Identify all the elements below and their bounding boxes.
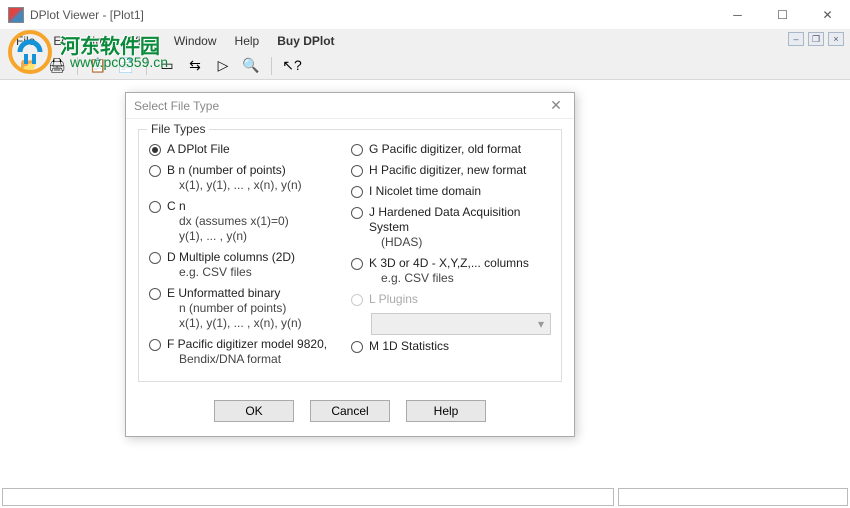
radio-icon[interactable]: [351, 144, 363, 156]
radio-option-g[interactable]: G Pacific digitizer, old format: [351, 142, 551, 157]
toolbar-swap-icon[interactable]: ⇆: [184, 55, 206, 77]
toolbar-play-icon[interactable]: ▷: [212, 55, 234, 77]
ok-button[interactable]: OK: [214, 400, 294, 422]
radio-sublabel: e.g. CSV files: [179, 265, 295, 280]
plugins-select: [371, 313, 551, 335]
radio-option-d[interactable]: D Multiple columns (2D)e.g. CSV files: [149, 250, 341, 280]
radio-icon[interactable]: [149, 165, 161, 177]
dialog-title: Select File Type: [134, 99, 219, 113]
radio-label: D Multiple columns (2D)e.g. CSV files: [167, 250, 295, 280]
dialog-close-icon[interactable]: ✕: [546, 97, 566, 114]
status-pane-left: [2, 488, 614, 506]
radio-icon: [351, 294, 363, 306]
radio-label: H Pacific digitizer, new format: [369, 163, 526, 178]
mdi-close-button[interactable]: ×: [828, 32, 844, 46]
radio-icon[interactable]: [149, 252, 161, 264]
radio-sublabel: n (number of points): [179, 301, 302, 316]
toolbar-separator: [77, 57, 78, 75]
radio-icon[interactable]: [351, 165, 363, 177]
menubar: File Edit Info View Window Help Buy DPlo…: [0, 30, 850, 52]
radio-option-f[interactable]: F Pacific digitizer model 9820,Bendix/DN…: [149, 337, 341, 367]
radio-label: K 3D or 4D - X,Y,Z,... columnse.g. CSV f…: [369, 256, 529, 286]
select-file-type-dialog: Select File Type ✕ File Types A DPlot Fi…: [125, 92, 575, 437]
radio-option-m[interactable]: M 1D Statistics: [351, 339, 551, 354]
radio-option-h[interactable]: H Pacific digitizer, new format: [351, 163, 551, 178]
toolbar-zoom-icon[interactable]: 🔍: [240, 55, 262, 77]
radio-label: E Unformatted binaryn (number of points)…: [167, 286, 302, 331]
toolbar: 📂 🖨 📋 📄 ▭ ⇆ ▷ 🔍 ↖?: [0, 52, 850, 80]
radio-option-a[interactable]: A DPlot File: [149, 142, 341, 157]
mdi-restore-button[interactable]: ❐: [808, 32, 824, 46]
radio-sublabel: (HDAS): [381, 235, 551, 250]
toolbar-print-icon[interactable]: 🖨: [46, 55, 68, 77]
menu-view[interactable]: View: [122, 32, 164, 50]
radio-icon[interactable]: [351, 341, 363, 353]
radio-label: M 1D Statistics: [369, 339, 449, 354]
radio-option-j[interactable]: J Hardened Data Acquisition System(HDAS): [351, 205, 551, 250]
radio-sublabel: y(1), ... , y(n): [179, 229, 289, 244]
radio-icon[interactable]: [149, 339, 161, 351]
menu-edit[interactable]: Edit: [45, 32, 82, 50]
app-icon: [8, 7, 24, 23]
options-column-right: G Pacific digitizer, old format H Pacific…: [351, 142, 551, 373]
minimize-button[interactable]: ─: [715, 0, 760, 29]
maximize-button[interactable]: ☐: [760, 0, 805, 29]
radio-label: B n (number of points)x(1), y(1), ... , …: [167, 163, 302, 193]
radio-label: I Nicolet time domain: [369, 184, 481, 199]
radio-sublabel: Bendix/DNA format: [179, 352, 327, 367]
dialog-titlebar: Select File Type ✕: [126, 93, 574, 119]
radio-option-b[interactable]: B n (number of points)x(1), y(1), ... , …: [149, 163, 341, 193]
radio-icon[interactable]: [351, 186, 363, 198]
status-pane-right: [618, 488, 848, 506]
radio-option-i[interactable]: I Nicolet time domain: [351, 184, 551, 199]
radio-icon[interactable]: [149, 201, 161, 213]
radio-option-k[interactable]: K 3D or 4D - X,Y,Z,... columnse.g. CSV f…: [351, 256, 551, 286]
radio-sublabel: x(1), y(1), ... , x(n), y(n): [179, 316, 302, 331]
toolbar-separator: [146, 57, 147, 75]
radio-label: L Plugins: [369, 292, 418, 307]
toolbar-copy-icon[interactable]: 📋: [87, 55, 109, 77]
menu-file[interactable]: File: [8, 32, 43, 50]
cancel-button[interactable]: Cancel: [310, 400, 390, 422]
statusbar: [0, 486, 850, 508]
radio-label: G Pacific digitizer, old format: [369, 142, 521, 157]
toolbar-open-icon[interactable]: 📂: [18, 55, 40, 77]
radio-sublabel: e.g. CSV files: [381, 271, 529, 286]
menu-buy-dplot[interactable]: Buy DPlot: [269, 32, 342, 50]
file-types-group: File Types A DPlot FileB n (number of po…: [138, 129, 562, 382]
titlebar: DPlot Viewer - [Plot1] ─ ☐ ✕: [0, 0, 850, 30]
menu-window[interactable]: Window: [166, 32, 225, 50]
toolbar-paste-icon[interactable]: 📄: [115, 55, 137, 77]
toolbar-pointer-icon[interactable]: ↖?: [281, 55, 303, 77]
options-column-left: A DPlot File B n (number of points)x(1), …: [149, 142, 341, 373]
toolbar-window-icon[interactable]: ▭: [156, 55, 178, 77]
menu-info[interactable]: Info: [84, 32, 120, 50]
radio-icon[interactable]: [149, 288, 161, 300]
help-button[interactable]: Help: [406, 400, 486, 422]
radio-icon[interactable]: [149, 144, 161, 156]
radio-icon[interactable]: [351, 258, 363, 270]
radio-label: C ndx (assumes x(1)=0)y(1), ... , y(n): [167, 199, 289, 244]
close-button[interactable]: ✕: [805, 0, 850, 29]
window-title: DPlot Viewer - [Plot1]: [30, 8, 715, 22]
radio-option-c[interactable]: C ndx (assumes x(1)=0)y(1), ... , y(n): [149, 199, 341, 244]
radio-label: A DPlot File: [167, 142, 230, 157]
menu-help[interactable]: Help: [227, 32, 268, 50]
toolbar-separator: [271, 57, 272, 75]
group-label: File Types: [147, 122, 209, 136]
radio-sublabel: x(1), y(1), ... , x(n), y(n): [179, 178, 302, 193]
radio-label: J Hardened Data Acquisition System(HDAS): [369, 205, 551, 250]
radio-option-l: L Plugins: [351, 292, 551, 307]
radio-label: F Pacific digitizer model 9820,Bendix/DN…: [167, 337, 327, 367]
radio-option-e[interactable]: E Unformatted binaryn (number of points)…: [149, 286, 341, 331]
radio-sublabel: dx (assumes x(1)=0): [179, 214, 289, 229]
radio-icon[interactable]: [351, 207, 363, 219]
mdi-minimize-button[interactable]: –: [788, 32, 804, 46]
